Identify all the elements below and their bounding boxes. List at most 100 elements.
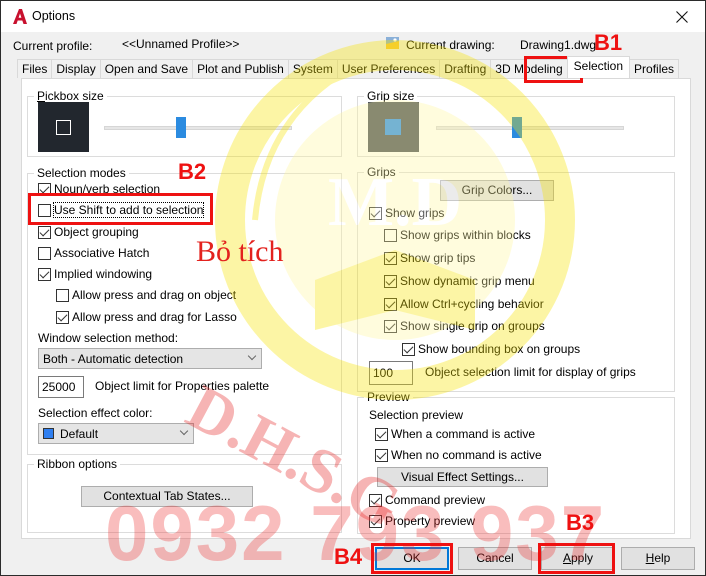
checkbox-box[interactable] [375,448,388,462]
help-button[interactable]: Help [621,547,695,570]
checkbox-use-shift-to-add[interactable]: Use Shift to add to selection [38,202,205,218]
checkbox-box[interactable] [369,514,382,528]
checkbox-label: Associative Hatch [54,246,150,260]
checkbox-box[interactable] [38,246,51,260]
checkbox-bounding-box-groups[interactable]: Show bounding box on groups [402,342,580,356]
checkbox-press-drag-lasso[interactable]: Allow press and drag for Lasso [56,310,237,324]
checkbox-label: When a command is active [391,427,536,441]
tab-files[interactable]: Files [17,59,53,78]
visual-effect-settings-button[interactable]: Visual Effect Settings... [377,467,548,487]
checkbox-label: Allow press and drag for Lasso [72,310,237,324]
window-title: Options [32,9,76,23]
checkbox-preview-command-active[interactable]: When a command is active [375,427,535,441]
checkbox-box[interactable] [375,427,388,441]
properties-object-limit-label: Object limit for Properties palette [95,379,270,393]
selection-modes-title: Selection modes [37,166,126,180]
checkbox-associative-hatch[interactable]: Associative Hatch [38,246,149,260]
window-selection-method-label: Window selection method: [38,331,179,345]
checkbox-box[interactable] [384,274,397,288]
tab-drafting[interactable]: Drafting [439,59,492,78]
pickbox-slider-track[interactable] [104,126,292,130]
current-drawing-label: Current drawing: [406,38,495,52]
drawing-file-icon [386,37,399,49]
tab-3d-modeling[interactable]: 3D Modeling [490,59,568,78]
checkbox-ctrl-cycling[interactable]: Allow Ctrl+cycling behavior [384,297,544,311]
color-swatch-icon [43,428,54,439]
current-profile-value: <<Unnamed Profile>> [122,37,240,51]
checkbox-show-grips[interactable]: Show grips [369,206,444,220]
checkbox-preview-no-command[interactable]: When no command is active [375,448,542,462]
checkbox-box[interactable] [369,206,382,220]
checkbox-label: Noun/verb selection [54,182,161,196]
close-icon [676,10,688,23]
checkbox-box[interactable] [384,228,397,242]
tab-display[interactable]: Display [51,59,101,78]
checkbox-command-preview[interactable]: Command preview [369,493,485,507]
pickbox-preview [38,102,89,152]
tab-selection[interactable]: Selection [566,56,631,78]
autocad-logo-icon [13,9,27,24]
grip-size-slider-track[interactable] [436,126,624,130]
grip-size-preview [368,102,419,152]
window-selection-method-select[interactable]: Both - Automatic detection [38,348,262,369]
checkbox-box[interactable] [38,267,51,281]
checkbox-box[interactable] [56,310,69,324]
help-label-rest: elp [654,551,671,565]
checkbox-box[interactable] [369,493,382,507]
checkbox-label: Show single grip on groups [400,319,545,333]
tab-plot-and-publish[interactable]: Plot and Publish [192,59,289,78]
selection-effect-color-label: Selection effect color: [38,406,153,420]
selection-preview-label: Selection preview [369,408,464,422]
checkbox-box[interactable] [384,251,397,265]
checkbox-grip-tips[interactable]: Show grip tips [384,251,475,265]
checkbox-box[interactable] [38,203,51,217]
checkbox-press-drag-object[interactable]: Allow press and drag on object [56,288,236,302]
options-dialog: Options Current profile: <<Unnamed Profi… [0,0,706,576]
ok-button[interactable]: OK [375,547,449,570]
checkbox-label: Show dynamic grip menu [400,274,535,288]
checkbox-label: Implied windowing [54,267,153,281]
selection-effect-color-value: Default [60,426,99,441]
tab-profiles[interactable]: Profiles [629,59,680,78]
close-button[interactable] [659,1,705,32]
checkbox-dynamic-grip-menu[interactable]: Show dynamic grip menu [384,274,535,288]
grips-title: Grips [367,165,396,179]
selection-effect-color-select[interactable]: Default [38,423,194,444]
window-selection-method-value: Both - Automatic detection [43,351,184,366]
checkbox-box[interactable] [56,288,69,302]
tab-open-and-save[interactable]: Open and Save [99,59,194,78]
checkbox-grips-within-blocks[interactable]: Show grips within blocks [384,228,531,242]
checkbox-implied-windowing[interactable]: Implied windowing [38,267,152,281]
tab-system[interactable]: System [287,59,338,78]
apply-button[interactable]: Apply [541,547,615,570]
checkbox-label: Command preview [385,493,486,507]
properties-object-limit-input[interactable]: 25000 [38,376,84,398]
cancel-button[interactable]: Cancel [458,547,532,570]
contextual-tab-states-button[interactable]: Contextual Tab States... [81,486,253,507]
apply-mnemonic: A [562,551,571,565]
tab-user-preferences[interactable]: User Preferences [336,59,441,78]
checkbox-label: Allow press and drag on object [72,288,237,302]
checkbox-label: Object grouping [54,225,139,239]
checkbox-single-grip-groups[interactable]: Show single grip on groups [384,319,545,333]
pickbox-slider-thumb[interactable] [176,117,187,138]
chevron-down-icon [247,351,257,361]
checkbox-box[interactable] [38,182,51,196]
checkbox-label: Use Shift to add to selection [52,202,205,218]
grip-size-slider-thumb[interactable] [511,117,522,138]
checkbox-box[interactable] [402,342,415,356]
grip-colors-button[interactable]: Grip Colors... [440,180,554,201]
checkbox-property-preview[interactable]: Property preview [369,514,475,528]
pickbox-size-title-rest: ickbox size [45,89,104,103]
checkbox-box[interactable] [384,297,397,311]
ribbon-options-title: Ribbon options [37,457,118,471]
current-profile-label: Current profile: [13,39,93,53]
checkbox-label: Show grips within blocks [400,228,531,242]
grip-display-limit-input[interactable]: 100 [369,361,413,385]
checkbox-object-grouping[interactable]: Object grouping [38,225,139,239]
checkbox-noun-verb-selection[interactable]: Noun/verb selection [38,182,160,196]
checkbox-box[interactable] [384,319,397,333]
checkbox-box[interactable] [38,225,51,239]
tab-strip: Files Display Open and Save Plot and Pub… [17,56,680,78]
pickbox-size-title: Pickbox size [37,89,104,103]
